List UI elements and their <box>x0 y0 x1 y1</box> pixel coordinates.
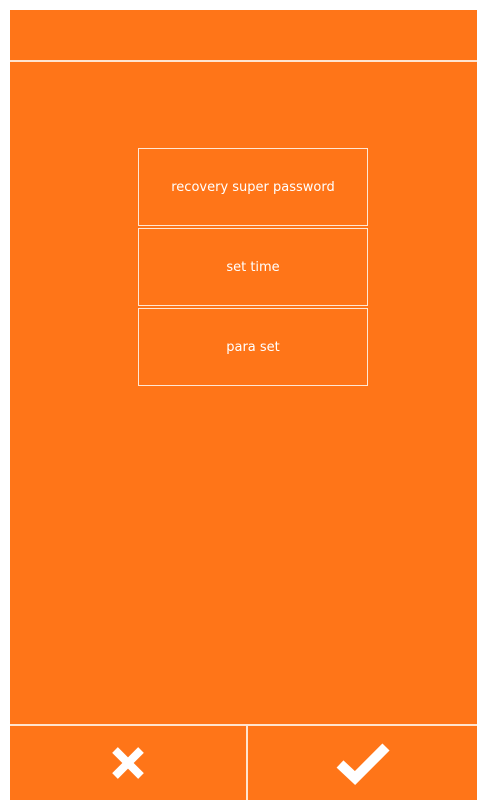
menu-item-para-set[interactable]: para set <box>138 308 368 386</box>
cancel-button[interactable] <box>10 726 246 800</box>
checkmark-icon <box>335 741 391 785</box>
menu-item-recovery-super-password[interactable]: recovery super password <box>138 148 368 226</box>
header-divider <box>10 60 477 62</box>
menu-item-label: para set <box>226 339 280 355</box>
menu-item-label: recovery super password <box>171 179 335 195</box>
header-bar <box>10 10 477 60</box>
menu-item-label: set time <box>226 259 280 275</box>
settings-menu: recovery super password set time para se… <box>138 148 368 388</box>
confirm-button[interactable] <box>248 726 477 800</box>
close-icon <box>108 743 148 783</box>
menu-item-set-time[interactable]: set time <box>138 228 368 306</box>
footer-bar <box>10 726 477 800</box>
app-screen: recovery super password set time para se… <box>10 10 477 800</box>
